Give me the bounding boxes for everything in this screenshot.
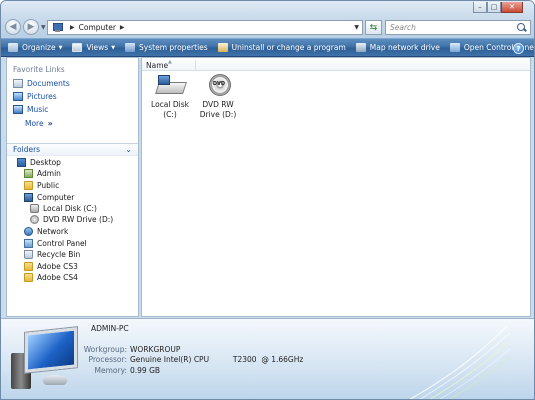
tree-item-adobe-cs3[interactable]: Adobe CS3 — [24, 261, 78, 272]
tree-item-recycle-bin[interactable]: Recycle Bin — [24, 249, 80, 260]
tree-item-control-panel[interactable]: Control Panel — [24, 238, 87, 249]
favorite-link-music[interactable]: Music — [13, 105, 48, 114]
tree-item-admin[interactable]: Admin — [24, 168, 61, 179]
tree-item-public[interactable]: Public — [24, 180, 59, 191]
memory-row: Memory: 0.99 GB — [94, 366, 161, 375]
workgroup-row: Workgroup: WORKGROUP — [83, 345, 181, 354]
favorite-link-pictures[interactable]: Pictures — [13, 92, 57, 101]
help-icon: ? — [516, 44, 521, 53]
tree-item-desktop[interactable]: Desktop — [17, 157, 61, 168]
close-button[interactable]: ✕ — [501, 2, 523, 13]
stand-graphic — [43, 375, 67, 385]
back-arrow-icon: ◀ — [9, 22, 17, 32]
recent-pages-icon[interactable]: ▼ — [41, 24, 46, 31]
recycle-bin-icon — [24, 250, 33, 259]
drive-label-line2: (C:) — [163, 110, 177, 119]
maximize-button[interactable]: □ — [487, 2, 501, 13]
back-button[interactable]: ◀ — [5, 19, 21, 35]
network-icon — [24, 227, 33, 236]
system-properties-button[interactable]: System properties — [119, 39, 212, 56]
chevron-down-icon: ▼ — [58, 44, 63, 51]
command-bar: Organize ▼ Views ▼ System properties Uni… — [1, 38, 534, 57]
uninstall-program-button[interactable]: Uninstall or change a program — [212, 39, 350, 56]
double-chevron-right-icon: » — [47, 119, 53, 128]
dvd-drive-icon — [30, 215, 39, 224]
system-properties-icon — [125, 43, 136, 52]
organize-button[interactable]: Organize ▼ — [1, 39, 66, 56]
tree-item-computer[interactable]: Computer — [24, 192, 74, 203]
title-bar: – □ ✕ ◀ ▶ ▼ ▶ Computer ▶ ▼ ⇆ Search — [1, 1, 534, 38]
tree-item-local-disk[interactable]: Local Disk (C:) — [30, 203, 97, 214]
drive-label-line1: DVD RW — [202, 100, 234, 109]
breadcrumb-separator-icon[interactable]: ▶ — [70, 24, 75, 31]
views-icon — [72, 43, 83, 52]
sort-arrow-icon: ▲ — [168, 59, 172, 65]
processor-row: Processor: Genuine Intel(R) CPU T2300 @ … — [88, 355, 304, 364]
folder-icon — [24, 181, 33, 190]
search-placeholder: Search — [390, 23, 416, 32]
forward-arrow-icon: ▶ — [27, 22, 35, 32]
uninstall-icon — [217, 43, 228, 52]
chevron-down-icon: ⌄ — [125, 145, 132, 154]
favorite-link-documents[interactable]: Documents — [13, 79, 70, 88]
refresh-button[interactable]: ⇆ — [365, 20, 382, 35]
user-folder-icon — [24, 169, 33, 178]
help-button[interactable]: ? — [513, 43, 524, 54]
drive-label-line1: Local Disk — [151, 100, 189, 109]
refresh-icon: ⇆ — [369, 22, 378, 33]
details-pane: ADMIN-PC Workgroup: WORKGROUP Processor:… — [1, 318, 534, 399]
drive-label-line2: Drive (D:) — [199, 110, 237, 119]
more-links-button[interactable]: More » — [25, 119, 53, 128]
favorite-links-heading: Favorite Links — [13, 65, 65, 74]
computer-name: ADMIN-PC — [91, 324, 129, 333]
hard-disk-icon — [155, 74, 185, 98]
navigation-pane: Favorite Links Documents Pictures Music … — [6, 57, 139, 317]
folder-icon — [24, 273, 33, 282]
address-dropdown-icon[interactable]: ▼ — [354, 24, 359, 31]
drive-dvd-rw-d[interactable]: DVD RW Drive (D:) — [194, 74, 242, 120]
window-controls: – □ ✕ — [473, 2, 523, 14]
folder-icon — [24, 262, 33, 271]
file-list-pane: Name ▲ Local Disk (C:) DVD RW Drive (D:) — [141, 57, 531, 317]
computer-icon — [24, 193, 33, 202]
column-header-bar: Name ▲ — [142, 58, 530, 71]
address-bar[interactable]: ▶ Computer ▶ ▼ — [47, 20, 363, 35]
tree-item-network[interactable]: Network — [24, 226, 68, 237]
search-input[interactable]: Search — [385, 20, 531, 35]
music-icon — [13, 105, 23, 114]
control-panel-icon — [24, 239, 33, 248]
column-header-name[interactable]: Name ▲ — [146, 59, 196, 70]
map-network-drive-button[interactable]: Map network drive — [350, 39, 444, 56]
hard-disk-icon — [30, 204, 39, 213]
control-panel-icon — [449, 43, 460, 52]
dvd-drive-icon — [203, 74, 233, 98]
search-icon[interactable] — [517, 23, 526, 32]
desktop-icon — [17, 158, 26, 167]
decorative-swoosh — [409, 325, 511, 399]
explorer-window: – □ ✕ ◀ ▶ ▼ ▶ Computer ▶ ▼ ⇆ Search Orga… — [0, 0, 535, 400]
pictures-icon — [13, 92, 23, 101]
tree-item-dvd-drive[interactable]: DVD RW Drive (D:) — [30, 214, 113, 225]
drive-local-disk-c[interactable]: Local Disk (C:) — [146, 74, 194, 120]
organize-icon — [8, 43, 18, 52]
map-drive-icon — [355, 43, 366, 52]
folders-header[interactable]: Folders ⌄ — [7, 143, 138, 156]
tree-item-adobe-cs4[interactable]: Adobe CS4 — [24, 272, 78, 283]
breadcrumb-separator-icon[interactable]: ▶ — [120, 24, 125, 31]
chevron-down-icon: ▼ — [111, 44, 116, 51]
minimize-button[interactable]: – — [473, 2, 487, 13]
breadcrumb-computer[interactable]: Computer — [79, 23, 116, 32]
views-button[interactable]: Views ▼ — [66, 39, 119, 56]
documents-icon — [13, 79, 23, 88]
forward-button[interactable]: ▶ — [23, 19, 39, 35]
computer-icon — [52, 23, 63, 32]
